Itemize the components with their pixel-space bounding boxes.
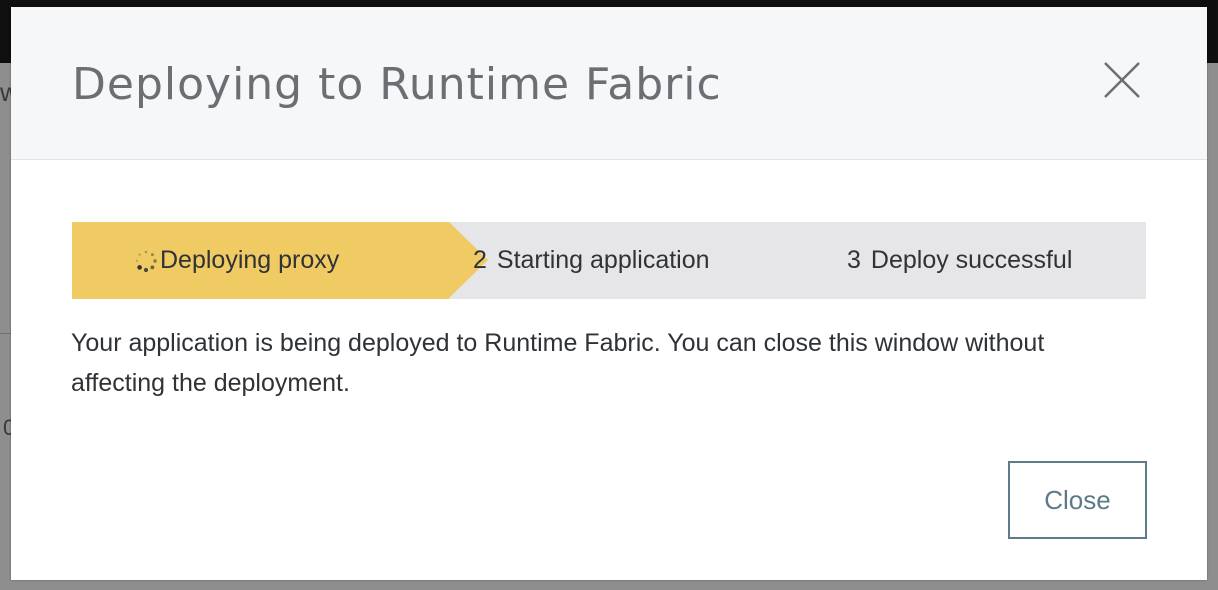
spinner-icon [135,250,157,273]
modal-title: Deploying to Runtime Fabric [72,59,722,110]
modal-header: Deploying to Runtime Fabric [11,7,1207,160]
close-x-icon[interactable] [1100,58,1144,102]
step-starting-application: 2 Starting application [473,246,710,275]
step-number: 3 [847,246,861,274]
step-label: Deploying proxy [160,246,340,274]
step-deploy-successful: 3 Deploy successful [847,246,1072,275]
close-button[interactable]: Close [1008,461,1147,539]
step-label: Starting application [496,246,710,274]
deploy-modal: Deploying to Runtime Fabric Deploying pr… [11,7,1207,580]
deploy-message: Your application is being deployed to Ru… [71,329,1045,397]
deploy-stepper: Deploying proxy 2 Starting application 3D… [72,222,1146,299]
step-deploying-proxy: Deploying proxy [72,222,449,299]
step-label: Deploy successful [870,246,1073,274]
step-number: 2 [473,246,487,274]
